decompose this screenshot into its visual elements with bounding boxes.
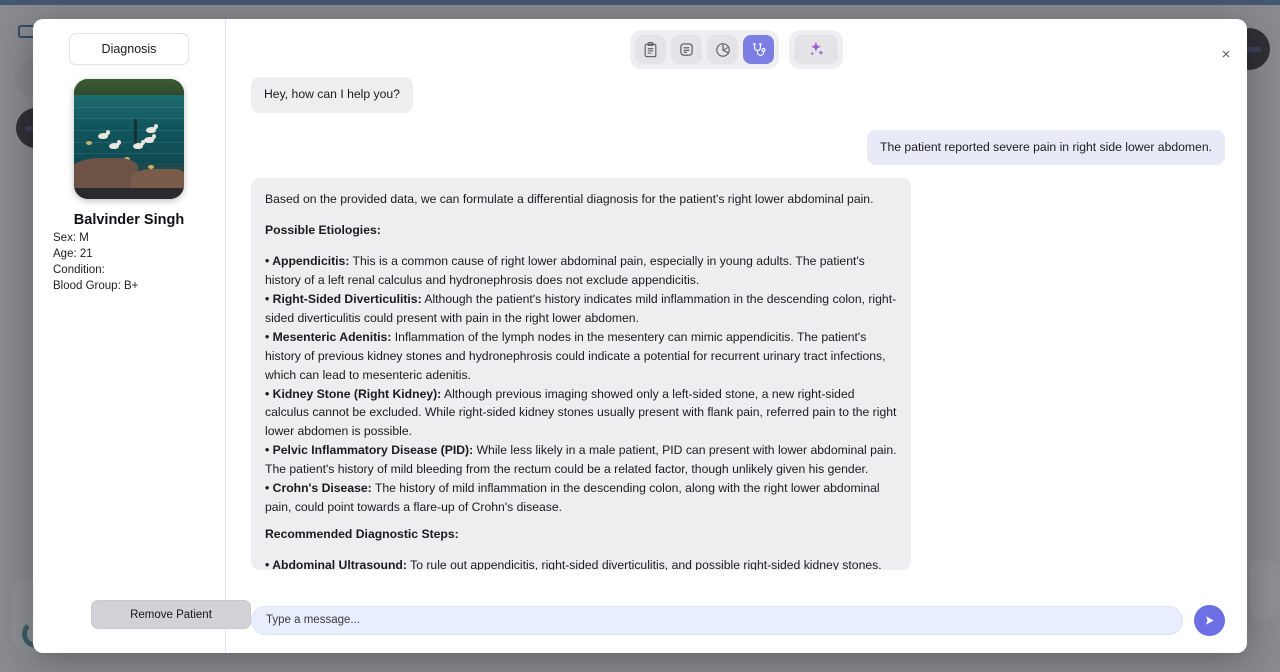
- view-toolbar: [226, 19, 1247, 69]
- etiology-text: This is a common cause of right lower ab…: [265, 254, 865, 288]
- ai-tool-group: [789, 30, 843, 69]
- etiology-term: • Appendicitis:: [265, 254, 350, 269]
- notes-document-icon[interactable]: [671, 35, 702, 64]
- step-term: • Abdominal Ultrasound:: [265, 557, 407, 571]
- pie-chart-icon[interactable]: [707, 35, 738, 64]
- chat-panel: Hey, how can I help you? The patient rep…: [226, 19, 1247, 653]
- step-text: To rule out appendicitis, right-sided di…: [406, 557, 882, 571]
- etiology-item: • Appendicitis: This is a common cause o…: [265, 252, 897, 290]
- photo-duck: [109, 140, 121, 149]
- field-value: M: [79, 232, 89, 244]
- diagnosis-modal: × Diagnosis Balvinder Singh Sex: M Age: …: [33, 19, 1247, 653]
- patient-photo: [74, 79, 184, 199]
- etiology-item: • Pelvic Inflammatory Disease (PID): Whi…: [265, 441, 897, 479]
- clipboard-report-icon[interactable]: [635, 35, 666, 64]
- field-label: Sex:: [53, 232, 77, 244]
- etiology-term: • Mesenteric Adenitis:: [265, 329, 392, 344]
- photo-duck: [146, 124, 158, 133]
- etiology-term: • Crohn's Disease:: [265, 481, 372, 496]
- photo-duck: [144, 134, 156, 143]
- field-label: Condition:: [53, 264, 105, 276]
- photo-post: [134, 119, 137, 145]
- answer-intro: Based on the provided data, we can formu…: [265, 192, 874, 207]
- field-value: 21: [79, 248, 93, 260]
- patient-sidebar: Diagnosis Balvinder Singh Sex: M Age: 21…: [33, 19, 251, 653]
- etiology-item: • Crohn's Disease: The history of mild i…: [265, 479, 897, 517]
- photo-rock: [74, 158, 138, 190]
- photo-water: [74, 94, 184, 163]
- etiology-term: • Right-Sided Diverticulitis:: [265, 292, 422, 306]
- answer-steps-heading: Recommended Diagnostic Steps:: [265, 526, 459, 541]
- close-icon[interactable]: ×: [1215, 43, 1237, 65]
- etiology-term: • Kidney Stone (Right Kidney):: [265, 386, 442, 401]
- message-bubble-user: The patient reported severe pain in righ…: [867, 129, 1225, 166]
- etiology-item: • Mesenteric Adenitis: Inflammation of t…: [265, 328, 897, 385]
- stethoscope-icon[interactable]: [743, 35, 774, 64]
- tab-diagnosis[interactable]: Diagnosis: [69, 33, 189, 65]
- etiology-item: • Right-Sided Diverticulitis: Although t…: [265, 290, 897, 328]
- photo-duckling: [86, 141, 92, 145]
- patient-field-sex: Sex: M: [53, 232, 225, 244]
- answer-etiologies-heading: Possible Etiologies:: [265, 223, 381, 238]
- message-composer: [226, 587, 1247, 653]
- photo-duck: [98, 130, 110, 139]
- patient-field-condition: Condition:: [53, 264, 225, 276]
- message-bubble-bot: Hey, how can I help you?: [251, 77, 413, 113]
- etiology-item: • Kidney Stone (Right Kidney): Although …: [265, 385, 897, 442]
- message-bubble-answer: Based on the provided data, we can formu…: [251, 178, 911, 571]
- message-input[interactable]: [251, 605, 1183, 635]
- field-label: Age:: [53, 248, 77, 260]
- messages-list: Hey, how can I help you? The patient rep…: [226, 69, 1247, 587]
- field-value: B+: [123, 280, 139, 292]
- etiology-term: • Pelvic Inflammatory Disease (PID):: [265, 443, 474, 458]
- photo-shore: [74, 188, 184, 199]
- photo-sky: [74, 79, 184, 96]
- patient-field-blood-group: Blood Group: B+: [53, 280, 225, 292]
- patient-field-age: Age: 21: [53, 248, 225, 260]
- diagnostic-step-item: • Abdominal Ultrasound: To rule out appe…: [265, 556, 897, 571]
- ai-sparkle-icon[interactable]: [794, 35, 838, 64]
- send-arrow-icon[interactable]: [1194, 604, 1225, 636]
- view-toolbar-group: [630, 30, 779, 69]
- patient-name: Balvinder Singh: [73, 212, 185, 228]
- photo-duck: [133, 140, 145, 149]
- field-label: Blood Group:: [53, 280, 121, 292]
